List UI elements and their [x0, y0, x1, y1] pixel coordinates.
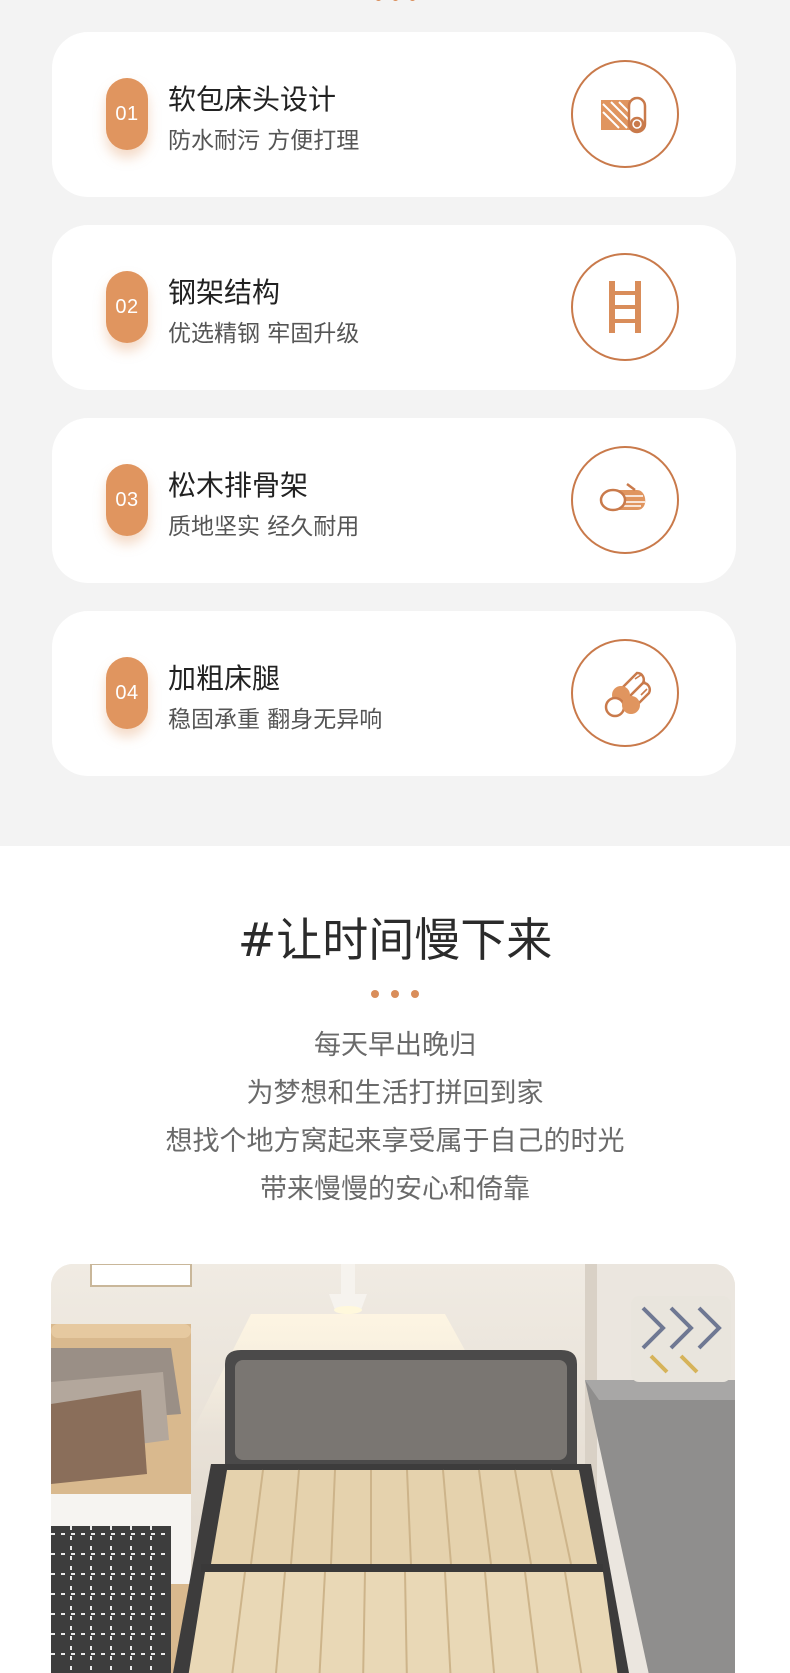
- bed-product-photo: [51, 1264, 735, 1673]
- feature-subtitle: 优选精钢 牢固升级: [168, 321, 360, 347]
- feature-subtitle: 质地坚实 经久耐用: [168, 514, 360, 540]
- feature-card-pine-slats: 03 松木排骨架 质地坚实 经久耐用: [52, 418, 736, 583]
- slow-down-section: #让时间慢下来 每天早出晚归 为梦想和生活打拼回到家 想找个地方窝起来享受属于自…: [0, 846, 790, 1673]
- feature-card-steel-frame: 02 钢架结构 优选精钢 牢固升级: [52, 225, 736, 390]
- poem-line: 想找个地方窝起来享受属于自己的时光: [165, 1126, 625, 1157]
- feature-subtitle: 稳固承重 翻身无异响: [168, 707, 383, 733]
- thick-legs-icon: [571, 639, 679, 747]
- feature-title: 松木排骨架: [168, 469, 309, 502]
- feature-list: 01 软包床头设计 防水耐污 方便打理 02 钢架结构 优选精钢 牢固升级 03…: [52, 32, 736, 776]
- steel-ladder-icon: [571, 253, 679, 361]
- feature-number-badge: 03: [106, 464, 148, 536]
- feature-title: 钢架结构: [168, 276, 281, 309]
- section-title: #让时间慢下来: [237, 913, 553, 967]
- fabric-roll-icon: [571, 60, 679, 168]
- feature-number-badge: 01: [106, 78, 148, 150]
- top-decor-dots: [0, 0, 790, 2]
- poem-line: 为梦想和生活打拼回到家: [246, 1078, 544, 1109]
- section-poem: 每天早出晚归 为梦想和生活打拼回到家 想找个地方窝起来享受属于自己的时光 带来慢…: [0, 1022, 790, 1214]
- poem-line: 每天早出晚归: [314, 1030, 476, 1061]
- pine-log-icon: [571, 446, 679, 554]
- feature-title: 软包床头设计: [168, 83, 337, 116]
- feature-number-badge: 04: [106, 657, 148, 729]
- feature-number-badge: 02: [106, 271, 148, 343]
- feature-subtitle: 防水耐污 方便打理: [168, 128, 360, 154]
- feature-card-thick-legs: 04 加粗床腿 稳固承重 翻身无异响: [52, 611, 736, 776]
- section-decor-dots: [0, 983, 790, 1002]
- feature-card-headboard: 01 软包床头设计 防水耐污 方便打理: [52, 32, 736, 197]
- feature-title: 加粗床腿: [168, 662, 281, 695]
- poem-line: 带来慢慢的安心和倚靠: [260, 1174, 530, 1205]
